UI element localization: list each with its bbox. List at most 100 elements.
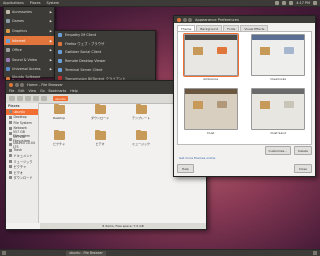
places-sidebar: Places ubuntu Desktop File System Networ… <box>6 103 39 223</box>
folder-icon <box>9 165 12 169</box>
theme-grid: Ambiance Clearlooks Dust Dust Sand <box>180 33 310 142</box>
universal-access-icon <box>6 67 10 72</box>
folder-item-downloads[interactable]: ダウンロード <box>81 103 119 129</box>
back-icon[interactable] <box>9 96 15 101</box>
apps-menu-item-office[interactable]: Office ▶ <box>4 45 54 55</box>
home-folder-icon <box>9 110 12 114</box>
get-more-themes-link[interactable]: Get more themes online <box>179 156 215 160</box>
appearance-titlebar[interactable]: Appearance Preferences <box>174 16 315 23</box>
accessories-icon <box>6 9 10 14</box>
submenu-item-gwibber[interactable]: Gwibber Social Client <box>55 48 155 57</box>
apps-menu-item-accessories[interactable]: Accessories ▶ <box>4 7 54 17</box>
submenu-arrow-icon: ▶ <box>49 9 52 14</box>
sidebar-item-downloads[interactable]: ダウンロード <box>6 175 38 181</box>
apps-menu-item-internet[interactable]: Internet ▶ <box>4 35 54 46</box>
drive-icon <box>9 137 12 141</box>
terminal-server-icon <box>58 67 62 72</box>
show-desktop-icon[interactable] <box>2 251 6 255</box>
drive-icon <box>9 132 12 136</box>
submenu-arrow-icon: ▶ <box>49 48 52 53</box>
menu-view[interactable]: View <box>29 89 37 93</box>
power-icon[interactable] <box>313 1 317 5</box>
internet-icon <box>6 38 10 43</box>
window-title: Home - File Browser <box>27 82 63 87</box>
trash-icon[interactable] <box>313 251 317 255</box>
folder-item-music[interactable]: ミュージック <box>122 129 160 155</box>
submenu-arrow-icon: ▶ <box>49 67 52 72</box>
network-icon <box>9 126 12 130</box>
maximize-icon[interactable] <box>188 17 192 22</box>
close-button[interactable]: Close <box>293 164 312 173</box>
volume-icon[interactable] <box>282 1 287 5</box>
taskbar-item-file-browser[interactable]: ubuntu - File Browser <box>66 250 106 256</box>
internet-submenu: Empathy IM Client Firefox ウェブ・ブラウザ Gwibb… <box>54 30 156 84</box>
folder-item-templates[interactable]: テンプレート <box>122 103 160 129</box>
up-icon[interactable] <box>25 96 31 101</box>
theme-preview <box>251 88 306 130</box>
minimize-icon[interactable] <box>14 82 19 87</box>
theme-preview <box>251 34 306 76</box>
network-icon[interactable] <box>275 1 280 5</box>
menu-edit[interactable]: Edit <box>18 89 24 93</box>
apps-menu-item-games[interactable]: Games ▶ <box>4 17 54 27</box>
games-icon <box>6 19 10 24</box>
folder-icon <box>135 103 147 114</box>
desktop-icon <box>9 115 12 119</box>
graphics-icon <box>6 28 10 33</box>
theme-preview <box>182 33 239 77</box>
theme-dust[interactable]: Dust <box>180 88 242 138</box>
close-icon[interactable] <box>177 17 181 22</box>
folder-icon <box>9 170 12 174</box>
window-title: Appearance Preferences <box>195 17 239 22</box>
folder-icon <box>94 103 106 114</box>
applications-menu[interactable]: Applications <box>0 1 27 5</box>
window-controls <box>9 82 24 87</box>
menu-go[interactable]: Go <box>40 89 44 93</box>
folder-icon <box>192 47 203 55</box>
folder-item-pictures[interactable]: ピクチャ <box>40 129 78 155</box>
mail-icon[interactable] <box>289 1 294 5</box>
reload-icon[interactable] <box>33 96 39 101</box>
folder-item-videos[interactable]: ビデオ <box>81 129 119 155</box>
theme-dust-sand[interactable]: Dust Sand <box>248 88 310 138</box>
minimize-icon[interactable] <box>182 17 187 22</box>
bottom-panel: ubuntu - File Browser <box>0 249 320 256</box>
applications-dropdown: Accessories ▶ Games ▶ Graphics ▶ Internet ▶ … <box>3 6 55 83</box>
close-icon[interactable] <box>9 82 13 87</box>
places-menu[interactable]: Places <box>27 1 44 5</box>
forward-icon[interactable] <box>17 96 23 101</box>
folder-icon <box>53 129 65 140</box>
home-icon[interactable] <box>41 96 47 101</box>
submenu-item-remote-desktop[interactable]: Remote Desktop Viewer <box>55 57 155 66</box>
submenu-arrow-icon: ▶ <box>49 38 52 43</box>
system-menu[interactable]: System <box>44 1 63 5</box>
theme-list: Ambiance Clearlooks Dust Dust Sand <box>177 31 312 145</box>
delete-button[interactable]: Delete <box>294 146 312 155</box>
clock[interactable]: 4:17 PM <box>296 1 310 5</box>
empathy-icon <box>58 33 62 38</box>
menu-bookmarks[interactable]: Bookmarks <box>49 89 67 93</box>
apps-menu-item-graphics[interactable]: Graphics ▶ <box>4 26 54 36</box>
submenu-arrow-icon: ▶ <box>49 19 52 24</box>
apps-menu-item-universal-access[interactable]: Universal Access ▶ <box>4 65 54 75</box>
maximize-icon[interactable] <box>20 82 24 87</box>
menu-help[interactable]: Help <box>70 89 77 93</box>
folder-item-desktop[interactable]: Desktop <box>40 103 78 129</box>
help-button[interactable]: Help <box>177 164 194 173</box>
theme-ambiance[interactable]: Ambiance <box>180 33 242 84</box>
submenu-item-empathy[interactable]: Empathy IM Client <box>55 31 155 40</box>
breadcrumb-home[interactable]: ubuntu <box>53 96 68 101</box>
folder-icon <box>135 129 147 140</box>
theme-clearlooks[interactable]: Clearlooks <box>248 34 310 84</box>
window-controls <box>177 17 192 22</box>
submenu-item-terminal-server[interactable]: Terminal Server Client <box>55 65 155 74</box>
theme-action-buttons: Customize... Delete <box>177 146 312 155</box>
folder-icon <box>53 103 65 114</box>
sound-video-icon <box>6 57 10 62</box>
apps-menu-item-sound-video[interactable]: Sound & Video ▶ <box>4 55 54 65</box>
gwibber-icon <box>58 50 62 55</box>
status-bar: 8 items, Free space: 7.5 GB <box>40 223 206 229</box>
menu-file[interactable]: File <box>9 89 14 93</box>
customize-button[interactable]: Customize... <box>264 146 292 155</box>
submenu-item-firefox[interactable]: Firefox ウェブ・ブラウザ <box>55 40 155 49</box>
